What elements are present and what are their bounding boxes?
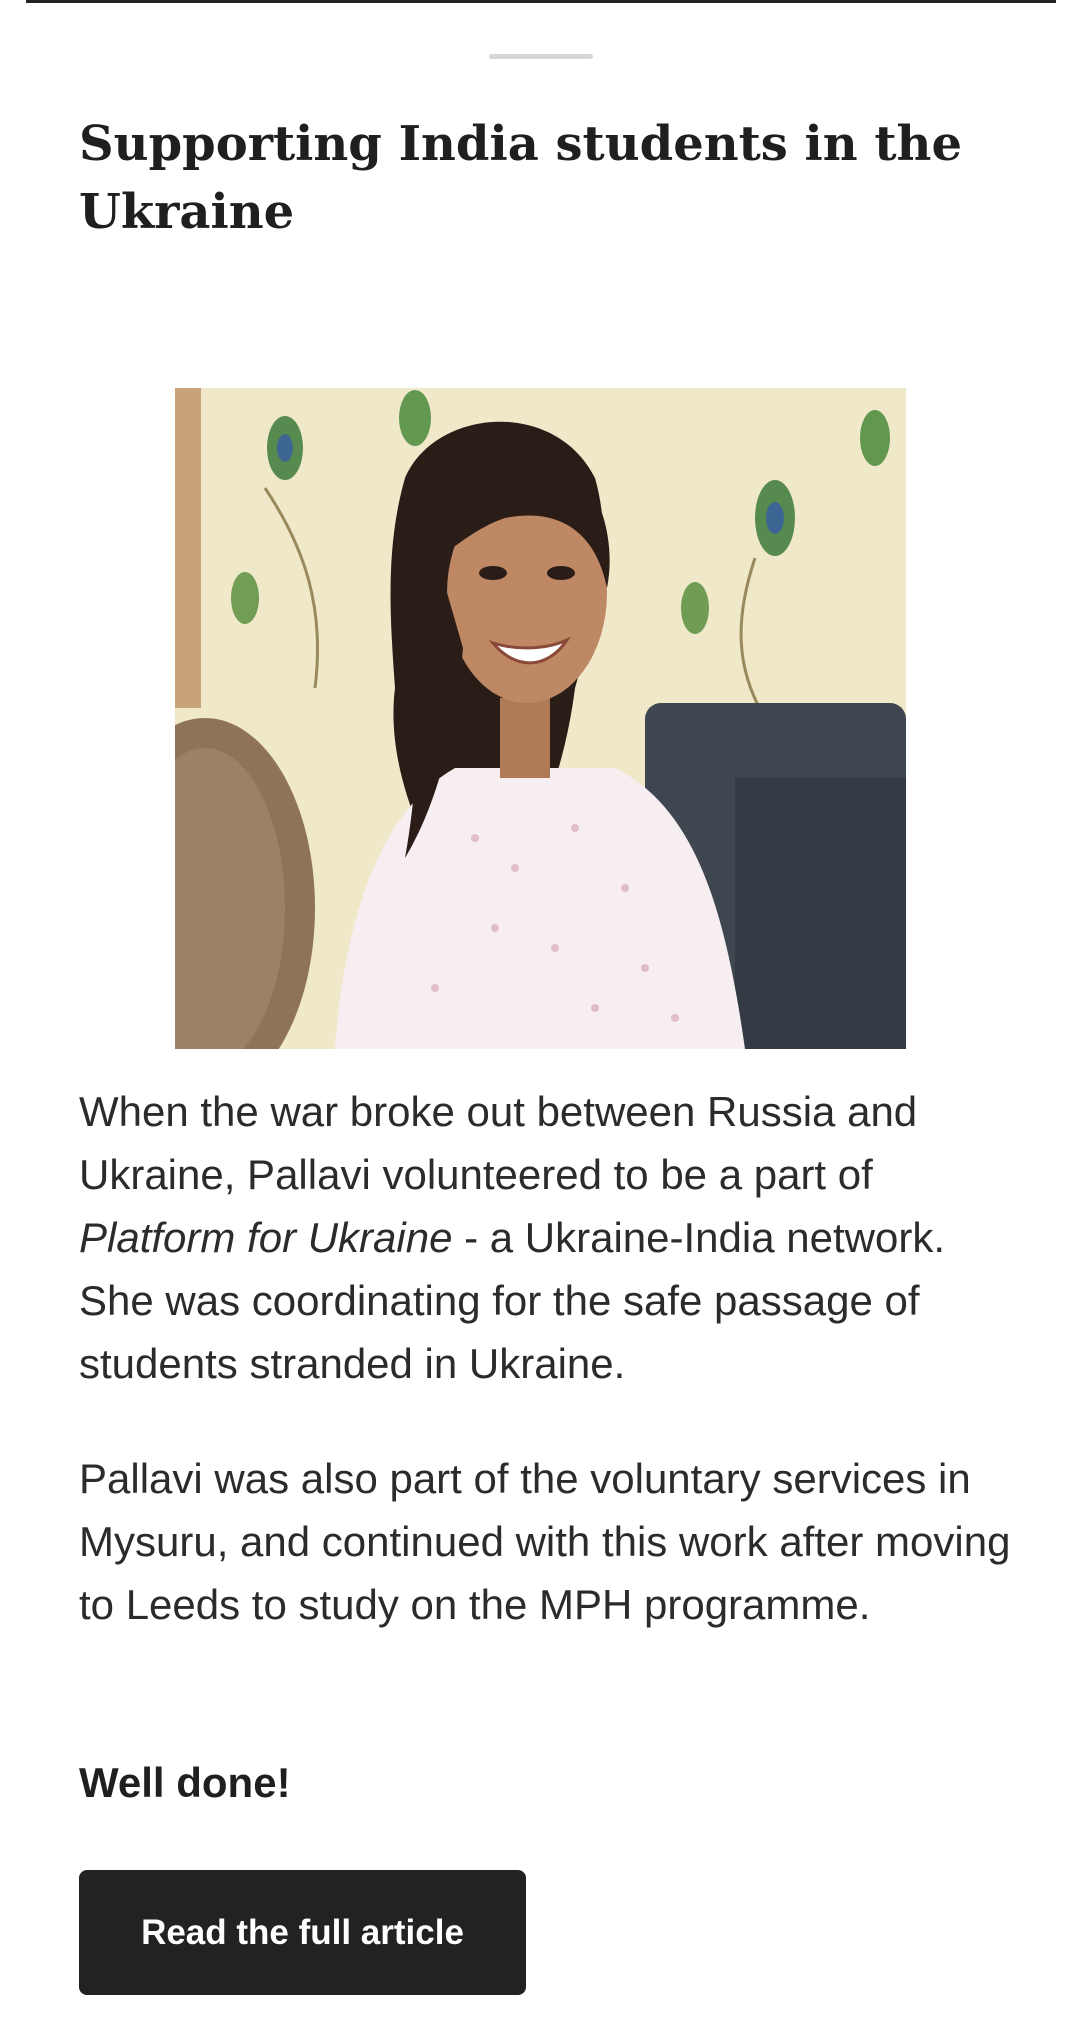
- article-photo: [175, 388, 906, 1049]
- article-paragraph-2: Pallavi was also part of the voluntary s…: [79, 1455, 1011, 1628]
- top-divider: [26, 0, 1056, 3]
- sheet-drag-handle[interactable]: [489, 54, 593, 59]
- platform-name: Platform for Ukraine: [79, 1214, 453, 1261]
- paragraph-1-lead: When the war broke out between Russia an…: [79, 1088, 918, 1198]
- article-title: Supporting India students in the Ukraine: [79, 116, 962, 240]
- closing-line: Well done!: [79, 1759, 291, 1806]
- article-paragraph-1: When the war broke out between Russia an…: [79, 1080, 1019, 1395]
- read-full-article-button[interactable]: Read the full article: [79, 1870, 526, 1995]
